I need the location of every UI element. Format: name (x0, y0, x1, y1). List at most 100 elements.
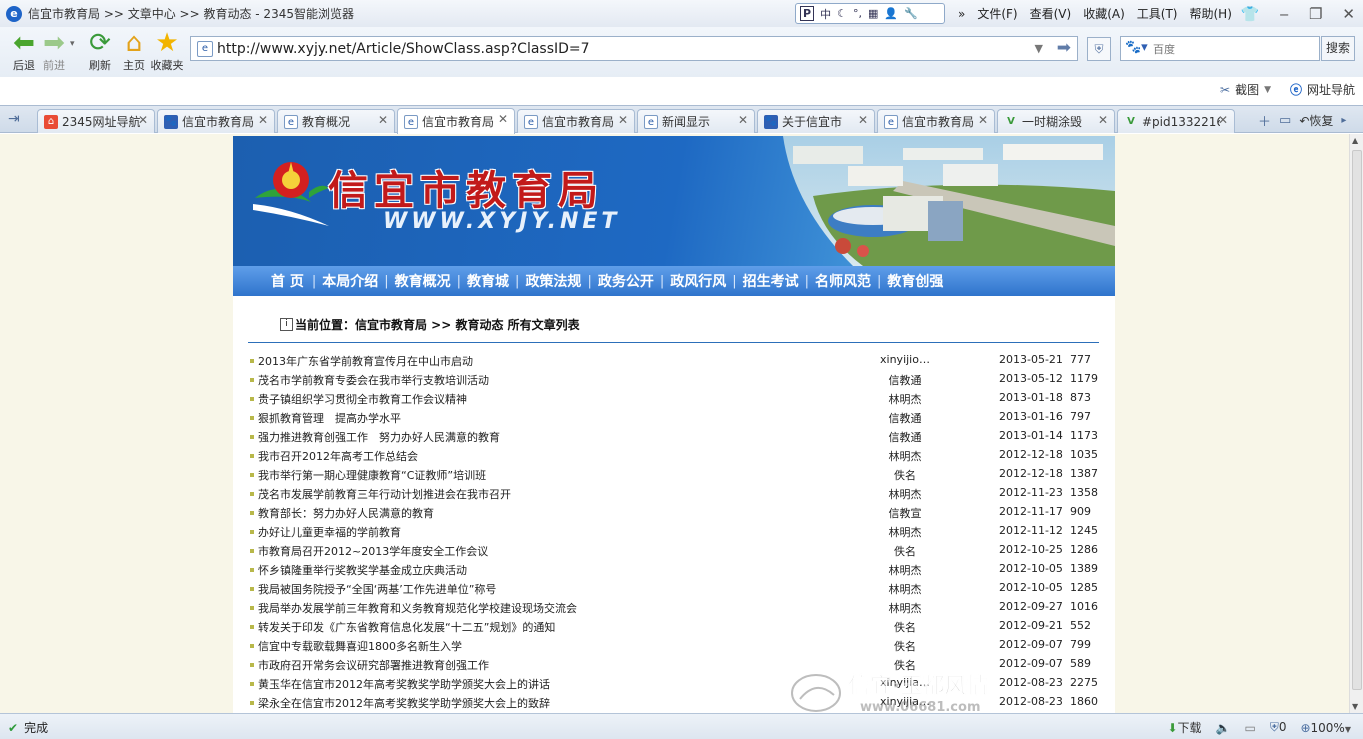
article-title-link[interactable]: 转发关于印发《广东省教育信息化发展“十二五”规划》的通知 (258, 619, 555, 635)
tab-close-icon[interactable]: ✕ (858, 113, 868, 127)
article-date: 2012-10-25 (999, 543, 1063, 556)
favorites-button[interactable]: ★ 收藏夹 (148, 29, 186, 73)
menu-tools[interactable]: 工具(T) (1137, 5, 1178, 22)
tab-5[interactable]: e 新闻显示 ✕ (637, 109, 755, 133)
tab-close-icon[interactable]: ✕ (738, 113, 748, 127)
download-button[interactable]: ⬇下载 (1167, 719, 1201, 736)
article-title-link[interactable]: 狠抓教育管理 提高办学水平 (258, 410, 401, 426)
article-title-link[interactable]: 黄玉华在信宜市2012年高考奖教奖学助学颁奖大会上的讲话 (258, 676, 550, 692)
nav-admissions[interactable]: 招生考试 (743, 271, 799, 291)
forward-button[interactable]: ➡ 前进 (38, 29, 70, 73)
search-button[interactable]: 搜索 (1321, 36, 1355, 61)
nav-famous-teachers[interactable]: 名师风范 (815, 271, 871, 291)
home-button[interactable]: ⌂ 主页 (118, 29, 150, 73)
refresh-button[interactable]: ⟳ 刷新 (84, 29, 116, 73)
menu-help[interactable]: 帮助(H) (1189, 5, 1231, 22)
user-icon[interactable]: 👤 (884, 7, 898, 20)
menu-overflow-icon[interactable]: » (958, 7, 965, 21)
zoom-control[interactable]: ⊕100%▼ (1300, 721, 1351, 735)
vertical-scrollbar[interactable]: ▲ ▼ (1349, 134, 1363, 713)
article-title-link[interactable]: 市政府召开常务会议研究部署推进教育创强工作 (258, 657, 489, 673)
nav-about-bureau[interactable]: 本局介绍 (322, 271, 378, 291)
scroll-down-icon[interactable]: ▼ (1352, 702, 1358, 711)
tool-punctuation-icon[interactable]: °, (853, 7, 862, 20)
minimize-icon[interactable]: ‒ (1279, 5, 1289, 23)
go-arrow-icon[interactable]: ➡ (1057, 38, 1071, 58)
scroll-thumb[interactable] (1352, 150, 1362, 690)
article-title-link[interactable]: 办好让儿童更幸福的学前教育 (258, 524, 401, 540)
close-icon[interactable]: ✕ (1342, 5, 1355, 23)
nav-government-affairs[interactable]: 政务公开 (598, 271, 654, 291)
security-shield-icon[interactable]: ⛨ (1087, 37, 1111, 61)
shield-count-button[interactable]: ⛨0 (1270, 720, 1287, 735)
search-input[interactable] (1153, 40, 1313, 58)
nav-policies[interactable]: 政策法规 (525, 271, 581, 291)
tab-close-icon[interactable]: ✕ (1218, 113, 1228, 127)
menu-view[interactable]: 查看(V) (1030, 5, 1072, 22)
zoom-dropdown-icon[interactable]: ▼ (1345, 725, 1351, 734)
search-box[interactable]: 🐾▾ (1120, 36, 1320, 61)
speaker-icon[interactable]: 🔈 (1216, 721, 1231, 735)
history-dropdown[interactable]: ▾ (70, 39, 75, 49)
keyboard-icon[interactable]: ▦ (868, 7, 878, 20)
article-title-link[interactable]: 梁永全在信宜市2012年高考奖教奖学助学颁奖大会上的致辞 (258, 695, 550, 711)
nav-education-excellence[interactable]: 教育创强 (887, 271, 943, 291)
tab-8[interactable]: V 一时糊涂毁 ✕ (997, 109, 1115, 133)
tab-close-icon[interactable]: ✕ (618, 113, 628, 127)
tab-close-icon[interactable]: ✕ (258, 113, 268, 127)
screenshot-button[interactable]: ✂ 截图 ▼ (1220, 81, 1271, 98)
nav-home[interactable]: 首 页 (271, 271, 304, 291)
back-button[interactable]: ⬅ 后退 (8, 29, 40, 73)
article-title-link[interactable]: 茂名市发展学前教育三年行动计划推进会在我市召开 (258, 486, 511, 502)
address-dropdown-icon[interactable]: ▼ (1035, 42, 1043, 55)
article-title-link[interactable]: 我局被国务院授予“全国‘两基’工作先进单位”称号 (258, 581, 496, 597)
article-title-link[interactable]: 市教育局召开2012~2013学年度安全工作会议 (258, 543, 488, 559)
tab-1[interactable]: 🐾 信宜市教育局 ✕ (157, 109, 275, 133)
new-tab-icon[interactable]: ＋ (1258, 111, 1271, 130)
scroll-up-icon[interactable]: ▲ (1352, 136, 1358, 145)
tab-7[interactable]: e 信宜市教育局 ✕ (877, 109, 995, 133)
article-title-link[interactable]: 2013年广东省学前教育宣传月在中山市启动 (258, 353, 473, 369)
tab-6[interactable]: 🐾 关于信宜市 ✕ (757, 109, 875, 133)
tab-2[interactable]: e 教育概况 ✕ (277, 109, 395, 133)
tab-close-icon[interactable]: ✕ (498, 112, 508, 126)
screenshot-dropdown-icon[interactable]: ▼ (1264, 85, 1271, 95)
skin-icon[interactable]: 👕 (1241, 5, 1260, 23)
article-title-link[interactable]: 茂名市学前教育专委会在我市举行支教培训活动 (258, 372, 489, 388)
wrench-icon[interactable]: 🔧 (904, 7, 918, 20)
article-title-link[interactable]: 怀乡镇隆重举行奖教奖学基金成立庆典活动 (258, 562, 467, 578)
tool-input-method-icon[interactable]: 中 (820, 6, 831, 22)
tab-close-icon[interactable]: ✕ (138, 113, 148, 127)
moon-icon[interactable]: ☾ (837, 7, 847, 20)
address-bar[interactable]: e http://www.xyjy.net/Article/ShowClass.… (190, 36, 1078, 61)
address-url[interactable]: http://www.xyjy.net/Article/ShowClass.as… (217, 41, 590, 57)
article-title-link[interactable]: 我市举行第一期心理健康教育“C证教师”培训班 (258, 467, 486, 483)
tab-scroll-right-icon[interactable]: ▸ (1341, 115, 1346, 126)
sidebar-toggle-icon[interactable]: ⇥ (8, 111, 20, 127)
tab-0[interactable]: ⌂ 2345网址导航 ✕ (37, 109, 155, 133)
tool-p-icon[interactable]: P (800, 6, 815, 21)
article-title-link[interactable]: 贵子镇组织学习贯彻全市教育工作会议精神 (258, 391, 467, 407)
nav-work-style[interactable]: 政风行风 (670, 271, 726, 291)
tab-list-icon[interactable]: ▭ (1279, 113, 1291, 128)
menu-favorites[interactable]: 收藏(A) (1083, 5, 1125, 22)
tab-close-icon[interactable]: ✕ (1098, 113, 1108, 127)
tab-close-icon[interactable]: ✕ (978, 113, 988, 127)
article-title-link[interactable]: 信宜中专载歌载舞喜迎1800多名新生入学 (258, 638, 462, 654)
tab-4[interactable]: e 信宜市教育局 ✕ (517, 109, 635, 133)
article-title-link[interactable]: 我局举办发展学前三年教育和义务教育规范化学校建设现场交流会 (258, 600, 577, 616)
window-icon[interactable]: ▭ (1244, 721, 1255, 735)
article-title-link[interactable]: 我市召开2012年高考工作总结会 (258, 448, 418, 464)
nav-education-overview[interactable]: 教育概况 (395, 271, 451, 291)
restore-tab-button[interactable]: ↶恢复 (1299, 112, 1333, 129)
baidu-paw-icon[interactable]: 🐾▾ (1125, 40, 1151, 58)
tab-9[interactable]: V #pid1332216 ✕ (1117, 109, 1235, 133)
tab-3[interactable]: e 信宜市教育局 ✕ (397, 108, 515, 134)
tab-close-icon[interactable]: ✕ (378, 113, 388, 127)
maximize-icon[interactable]: ❐ (1309, 5, 1322, 23)
article-title-link[interactable]: 教育部长：努力办好人民满意的教育 (258, 505, 434, 521)
article-title-link[interactable]: 强力推进教育创强工作 努力办好人民满意的教育 (258, 429, 500, 445)
url-nav-button[interactable]: ⓔ 网址导航 (1290, 81, 1355, 98)
menu-file[interactable]: 文件(F) (977, 5, 1017, 22)
nav-education-city[interactable]: 教育城 (467, 271, 509, 291)
